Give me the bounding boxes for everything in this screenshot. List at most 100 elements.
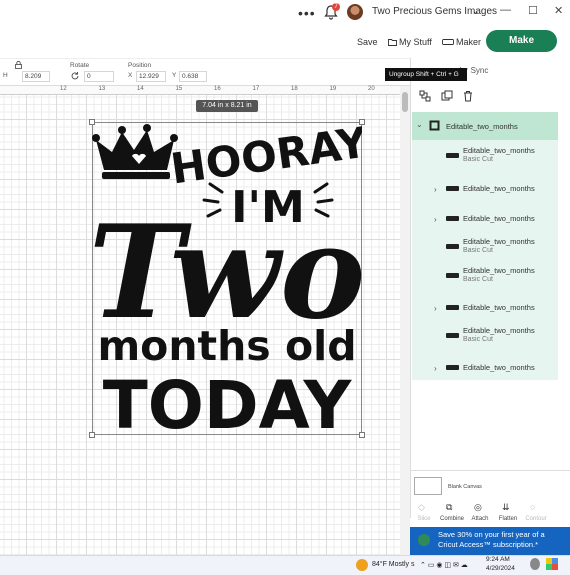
scrollbar-thumb[interactable] — [402, 92, 408, 112]
layer-operation: Basic Cut — [463, 156, 493, 163]
layer-name: Editable_two_months — [463, 146, 535, 155]
layer-row[interactable]: › Editable_two_months — [412, 181, 558, 207]
vertical-scrollbar[interactable] — [400, 86, 410, 555]
x-label: X — [128, 72, 133, 79]
chevron-right-icon[interactable]: › — [434, 185, 437, 194]
folder-icon — [388, 39, 397, 46]
layer-thumbnail — [446, 333, 459, 338]
blank-canvas-label: Blank Canvas — [448, 484, 482, 490]
slice-icon[interactable]: ◇ — [418, 502, 425, 513]
weather-icon — [356, 559, 368, 571]
ruler-tick-label: 14 — [137, 86, 144, 92]
minimize-button[interactable]: — — [500, 4, 511, 16]
layer-thumbnail — [446, 216, 459, 221]
position-label: Position — [128, 62, 152, 69]
ruler-tick-label: 15 — [175, 86, 183, 92]
contour-icon[interactable]: ○ — [530, 502, 535, 512]
layer-thumbnail — [446, 305, 459, 310]
maker-label: Maker — [456, 37, 482, 47]
chevron-right-icon[interactable]: › — [434, 304, 437, 313]
my-stuff-label: My Stuff — [399, 37, 432, 47]
chevron-down-icon[interactable]: ⌄ — [416, 120, 423, 129]
ruler-tick-label: 18 — [291, 86, 298, 92]
ungroup-icon[interactable] — [419, 90, 431, 102]
save-button[interactable]: Save — [357, 37, 378, 47]
layer-thumbnail — [446, 273, 459, 278]
top-toolbar — [0, 26, 570, 58]
chevron-right-icon[interactable]: › — [434, 215, 437, 224]
rotate-icon — [71, 72, 79, 80]
chevron-down-icon[interactable]: ⌄ — [472, 6, 480, 17]
flatten-icon[interactable]: ⇊ — [502, 502, 510, 513]
blank-canvas-swatch[interactable] — [414, 477, 442, 495]
layer-row[interactable]: Editable_two_months Basic Cut — [412, 237, 558, 263]
design-text-months-old: months old — [97, 322, 356, 370]
layer-name: Editable_two_months — [463, 214, 535, 223]
copilot-icon[interactable] — [546, 558, 558, 570]
crown-icon — [92, 124, 178, 179]
flatten-label: Flatten — [498, 516, 518, 522]
horizontal-ruler: 12 13 14 15 16 17 18 19 20 — [0, 86, 400, 95]
access-promo-banner[interactable]: Save 30% on your first year of a Cricut … — [410, 527, 570, 555]
notification-center-icon[interactable] — [530, 558, 540, 570]
layer-operation: Basic Cut — [463, 247, 493, 254]
contour-label: Contour — [525, 516, 547, 522]
layer-row[interactable]: › Editable_two_months — [412, 300, 558, 326]
layer-row[interactable]: › Editable_two_months — [412, 211, 558, 237]
layer-operation: Basic Cut — [463, 336, 493, 343]
windows-taskbar — [0, 555, 570, 575]
promo-text: Save 30% on your first year of a Cricut … — [438, 530, 545, 549]
ruler-tick-label: 12 — [60, 86, 67, 92]
y-label: Y — [172, 72, 177, 79]
layer-row[interactable]: › Editable_two_months — [412, 360, 558, 386]
layer-row[interactable]: Editable_two_months Basic Cut — [412, 326, 558, 352]
layer-group-name: Editable_two_months — [446, 122, 518, 131]
rotate-input[interactable]: 0 — [84, 71, 114, 82]
layer-group-header[interactable]: ⌄ Editable_two_months — [412, 112, 558, 140]
clock-date[interactable]: 4/29/2024 — [486, 565, 515, 572]
layer-row[interactable]: Editable_two_months Basic Cut — [412, 266, 558, 292]
system-tray-icons[interactable]: ⌃ ▭ ◉ ◫ ✉ ☁ — [420, 561, 468, 569]
weather-text[interactable]: 84°F Mostly s — [372, 561, 414, 568]
group-icon — [429, 120, 440, 131]
machine-icon — [442, 39, 454, 45]
combine-icon[interactable]: ⧉ — [446, 502, 452, 513]
make-button[interactable]: Make — [486, 30, 557, 52]
layer-row[interactable]: Editable_two_months Basic Cut — [412, 146, 558, 172]
layer-operation: Basic Cut — [463, 276, 493, 283]
lock-icon[interactable] — [15, 61, 22, 69]
maximize-button[interactable]: ☐ — [528, 4, 538, 17]
maker-button[interactable]: Maker — [442, 37, 481, 47]
layer-thumbnail — [446, 244, 459, 249]
ungroup-tooltip: Ungroup Shift + Ctrl + G — [385, 68, 467, 81]
layer-name: Editable_two_months — [463, 363, 535, 372]
combine-label: Combine — [439, 516, 464, 522]
design-artwork[interactable]: HOORAY I'M Two months old TODAY — [92, 122, 362, 435]
ruler-tick-label: 16 — [214, 86, 221, 92]
attach-icon[interactable]: ◎ — [474, 502, 482, 513]
layer-name: Editable_two_months — [463, 326, 535, 335]
layer-name: Editable_two_months — [463, 303, 535, 312]
ruler-tick-label: 17 — [252, 86, 260, 92]
position-y-input[interactable]: 0.638 — [179, 71, 207, 82]
delete-icon[interactable] — [462, 90, 474, 102]
ruler-tick-label: 20 — [368, 86, 375, 92]
more-options-icon[interactable]: ••• — [298, 5, 316, 21]
my-stuff-button[interactable]: My Stuff — [388, 37, 432, 47]
height-label: H — [3, 72, 8, 79]
dimension-tooltip: 7.04 in x 8.21 in — [196, 100, 258, 112]
layer-thumbnail — [446, 153, 459, 158]
ruler-tick-label: 13 — [98, 86, 106, 92]
design-text-today: TODAY — [103, 367, 353, 435]
clock-time[interactable]: 9:24 AM — [486, 556, 510, 563]
layer-thumbnail — [446, 186, 459, 191]
divider — [410, 470, 570, 471]
close-button[interactable]: ✕ — [554, 4, 563, 17]
position-x-input[interactable]: 12.929 — [136, 71, 166, 82]
chevron-right-icon[interactable]: › — [434, 364, 437, 373]
avatar[interactable] — [347, 4, 363, 20]
height-input[interactable]: 8.209 — [22, 71, 50, 82]
duplicate-icon[interactable] — [441, 90, 453, 102]
notification-badge: 7 — [332, 3, 340, 11]
slice-label: Slice — [417, 516, 431, 522]
